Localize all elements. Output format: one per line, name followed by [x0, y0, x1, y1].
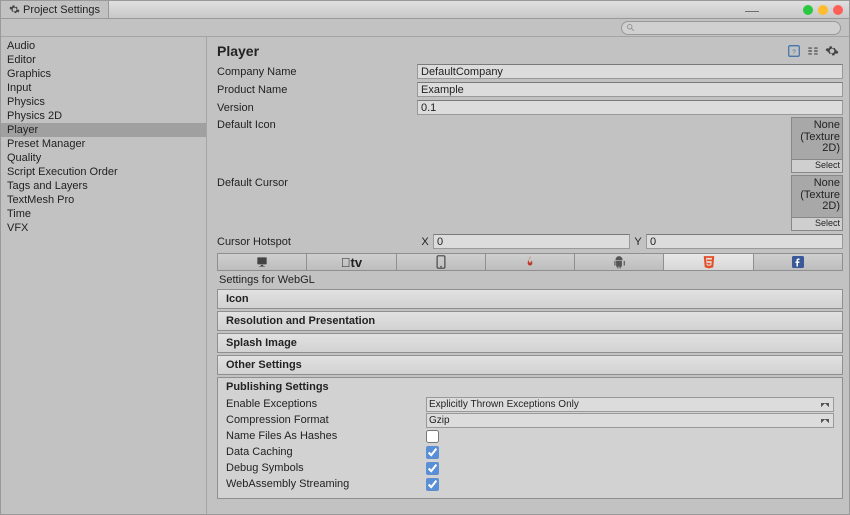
- default-cursor-label: Default Cursor: [217, 175, 417, 189]
- enable-exceptions-label: Enable Exceptions: [226, 398, 426, 410]
- presets-icon[interactable]: [805, 44, 820, 59]
- sidebar: Audio Editor Graphics Input Physics Phys…: [1, 37, 207, 514]
- minimize-indicator: —: [745, 2, 759, 18]
- sidebar-item-graphics[interactable]: Graphics: [1, 67, 206, 81]
- sidebar-item-vfx[interactable]: VFX: [1, 221, 206, 235]
- foldout-other[interactable]: Other Settings: [217, 355, 843, 375]
- publishing-title: Publishing Settings: [218, 381, 842, 396]
- name-files-checkbox[interactable]: [426, 430, 439, 443]
- search-input[interactable]: [621, 21, 841, 35]
- debug-symbols-label: Debug Symbols: [226, 462, 426, 474]
- publishing-settings: Publishing Settings Enable Exceptions Ex…: [217, 377, 843, 499]
- sidebar-item-physics[interactable]: Physics: [1, 95, 206, 109]
- sidebar-item-physics2d[interactable]: Physics 2D: [1, 109, 206, 123]
- fire-icon: [523, 255, 537, 269]
- compression-label: Compression Format: [226, 414, 426, 426]
- project-settings-window: Project Settings — Audio Editor Graphics…: [0, 0, 850, 515]
- data-caching-checkbox[interactable]: [426, 446, 439, 459]
- facebook-icon: [792, 256, 804, 268]
- window-tab[interactable]: Project Settings: [1, 1, 109, 18]
- default-cursor-slot[interactable]: None (Texture 2D) Select: [791, 175, 843, 231]
- sidebar-item-audio[interactable]: Audio: [1, 39, 206, 53]
- cursor-x-field[interactable]: [433, 234, 630, 249]
- cursor-y-field[interactable]: [646, 234, 843, 249]
- cursor-x-label: X: [417, 236, 433, 248]
- tab-android[interactable]: [575, 254, 664, 270]
- sidebar-item-textmeshpro[interactable]: TextMesh Pro: [1, 193, 206, 207]
- foldouts: Icon Resolution and Presentation Splash …: [207, 289, 849, 505]
- sidebar-item-preset-manager[interactable]: Preset Manager: [1, 137, 206, 151]
- settings-gear-icon[interactable]: [824, 44, 839, 59]
- tab-apple-tv[interactable]: tv: [307, 254, 396, 270]
- tab-fire[interactable]: [486, 254, 575, 270]
- version-label: Version: [217, 102, 417, 114]
- android-icon: [612, 255, 626, 269]
- company-name-label: Company Name: [217, 66, 417, 78]
- sidebar-item-input[interactable]: Input: [1, 81, 206, 95]
- content: Audio Editor Graphics Input Physics Phys…: [1, 37, 849, 514]
- main-panel: Player ? Company Name Product Name Ver: [207, 37, 849, 514]
- sidebar-item-player[interactable]: Player: [1, 123, 206, 137]
- close-button[interactable]: [833, 5, 843, 15]
- product-name-field[interactable]: [417, 82, 843, 97]
- sidebar-item-script-exec[interactable]: Script Execution Order: [1, 165, 206, 179]
- select-texture-button[interactable]: Select: [792, 159, 842, 172]
- default-icon-label: Default Icon: [217, 117, 417, 131]
- compression-select[interactable]: Gzip: [426, 413, 834, 428]
- product-name-label: Product Name: [217, 84, 417, 96]
- monitor-icon: [255, 255, 269, 269]
- cursor-hotspot-label: Cursor Hotspot: [217, 236, 417, 248]
- panel-header: Player ?: [207, 37, 849, 63]
- sidebar-item-quality[interactable]: Quality: [1, 151, 206, 165]
- version-field[interactable]: [417, 100, 843, 115]
- company-name-field[interactable]: [417, 64, 843, 79]
- default-icon-slot[interactable]: None (Texture 2D) Select: [791, 117, 843, 173]
- titlebar: Project Settings —: [1, 1, 849, 19]
- texture-none-text: None (Texture 2D): [792, 118, 842, 159]
- select-texture-button[interactable]: Select: [792, 217, 842, 230]
- debug-symbols-checkbox[interactable]: [426, 462, 439, 475]
- player-fields: Company Name Product Name Version Defaul…: [207, 63, 849, 251]
- tab-standalone[interactable]: [218, 254, 307, 270]
- data-caching-label: Data Caching: [226, 446, 426, 458]
- toolbar: [1, 19, 849, 37]
- foldout-icon[interactable]: Icon: [217, 289, 843, 309]
- wasm-streaming-checkbox[interactable]: [426, 478, 439, 491]
- cursor-y-label: Y: [630, 236, 646, 248]
- wasm-streaming-label: WebAssembly Streaming: [226, 478, 426, 490]
- help-icon[interactable]: ?: [786, 44, 801, 59]
- page-title: Player: [217, 43, 259, 59]
- tab-ios[interactable]: [397, 254, 486, 270]
- minimize-button[interactable]: [803, 5, 813, 15]
- name-files-label: Name Files As Hashes: [226, 430, 426, 442]
- sidebar-item-time[interactable]: Time: [1, 207, 206, 221]
- foldout-splash[interactable]: Splash Image: [217, 333, 843, 353]
- foldout-resolution[interactable]: Resolution and Presentation: [217, 311, 843, 331]
- phone-icon: [436, 255, 446, 269]
- settings-for-label: Settings for WebGL: [207, 271, 849, 289]
- window-title: Project Settings: [23, 4, 100, 16]
- texture-none-text: None (Texture 2D): [792, 176, 842, 217]
- platform-tabs: tv: [217, 253, 843, 271]
- search-field[interactable]: [635, 21, 836, 34]
- svg-text:?: ?: [792, 49, 796, 56]
- enable-exceptions-select[interactable]: Explicitly Thrown Exceptions Only: [426, 397, 834, 412]
- tab-facebook[interactable]: [754, 254, 842, 270]
- sidebar-item-editor[interactable]: Editor: [1, 53, 206, 67]
- html5-icon: [702, 255, 716, 269]
- gear-icon: [9, 4, 20, 15]
- sidebar-item-tags-layers[interactable]: Tags and Layers: [1, 179, 206, 193]
- tab-webgl[interactable]: [664, 254, 753, 270]
- search-icon: [626, 23, 635, 32]
- traffic-lights: [803, 5, 843, 15]
- apple-tv-icon: tv: [341, 255, 362, 270]
- maximize-button[interactable]: [818, 5, 828, 15]
